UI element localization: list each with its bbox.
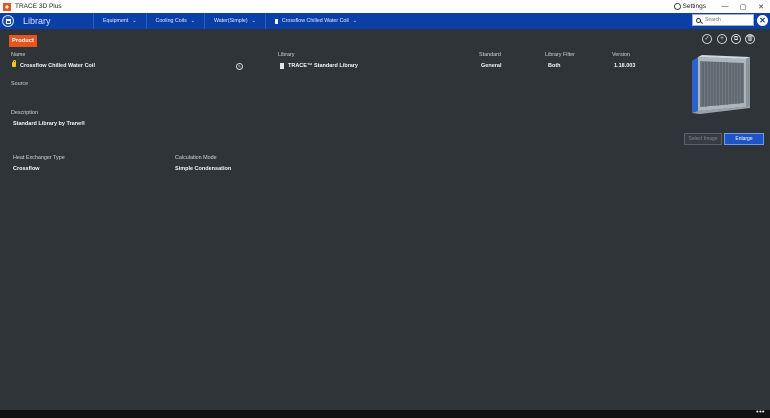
coil-product-image bbox=[692, 55, 750, 114]
nav-bar: Library Equipment ⌄ Cooling Coils ⌄ Water(… bbox=[0, 13, 770, 29]
check-icon: ✓ bbox=[704, 36, 710, 42]
description-value: Standard Library by Trane® bbox=[13, 121, 86, 127]
description-label: Description bbox=[11, 110, 38, 116]
copy-icon: ⧉ bbox=[733, 36, 739, 42]
close-library-button[interactable]: ✕ bbox=[757, 15, 768, 26]
chevron-down-icon: ⌄ bbox=[352, 18, 357, 24]
gear-icon bbox=[673, 3, 681, 10]
library-filter-value: Both bbox=[548, 63, 561, 69]
library-book-icon bbox=[280, 63, 284, 69]
chevron-down-icon: ⌄ bbox=[190, 18, 195, 24]
enlarge-button[interactable]: Enlarge bbox=[724, 133, 764, 145]
heat-exchanger-type-label: Heat Exchanger Type bbox=[13, 155, 65, 161]
version-value: 1.18.003 bbox=[614, 63, 636, 69]
status-bar: ••• bbox=[0, 409, 770, 418]
calculation-mode-label: Calculation Mode bbox=[175, 155, 217, 161]
version-label: Version bbox=[612, 52, 630, 58]
product-tag: Product bbox=[9, 35, 37, 47]
library-label: Library bbox=[278, 52, 295, 58]
title-bar: TRACE 3D Plus Settings — ▢ ✕ bbox=[0, 0, 770, 13]
check-button[interactable]: ✓ bbox=[702, 34, 712, 44]
page-title: Library bbox=[23, 16, 51, 26]
document-icon bbox=[274, 18, 278, 24]
standard-value: General bbox=[481, 63, 502, 69]
search-icon bbox=[696, 17, 701, 23]
search-box[interactable] bbox=[692, 14, 754, 26]
delete-icon: 🗑 bbox=[746, 36, 754, 42]
home-icon bbox=[5, 18, 11, 24]
app-title: TRACE 3D Plus bbox=[15, 3, 62, 10]
breadcrumb-label: Crossflow Chilled Water Coil bbox=[281, 18, 349, 24]
minimize-button[interactable]: — bbox=[716, 3, 734, 10]
calculation-mode-value: Simple Condensation bbox=[175, 166, 232, 172]
add-button[interactable]: + bbox=[717, 34, 727, 44]
search-input[interactable] bbox=[705, 17, 753, 23]
more-options-icon[interactable]: ••• bbox=[756, 409, 765, 416]
chevron-down-icon: ⌄ bbox=[251, 18, 256, 24]
library-value: TRACE™ Standard Library bbox=[288, 63, 358, 69]
source-label: Source bbox=[11, 81, 29, 87]
chevron-down-icon: ⌄ bbox=[132, 18, 137, 24]
home-button[interactable] bbox=[2, 15, 14, 27]
delete-button[interactable]: 🗑 bbox=[745, 34, 755, 44]
name-value: Crossflow Chilled Water Coil bbox=[20, 63, 95, 69]
standard-label: Standard bbox=[479, 52, 501, 58]
trace-logo-icon bbox=[3, 2, 11, 11]
lock-icon bbox=[12, 60, 16, 67]
breadcrumb-crossflow-coil[interactable]: Crossflow Chilled Water Coil ⌄ bbox=[264, 13, 366, 29]
breadcrumb-cooling-coils[interactable]: Cooling Coils ⌄ bbox=[145, 13, 204, 29]
edit-icon[interactable]: ✎ bbox=[236, 63, 243, 70]
heat-exchanger-type-value: Crossflow bbox=[13, 166, 40, 172]
copy-button[interactable]: ⧉ bbox=[731, 34, 741, 44]
maximize-button[interactable]: ▢ bbox=[734, 3, 752, 11]
breadcrumb-label: Water(Simple) bbox=[213, 18, 248, 24]
breadcrumb-label: Equipment bbox=[103, 18, 129, 24]
settings-label: Settings bbox=[682, 3, 707, 10]
close-window-button[interactable]: ✕ bbox=[752, 3, 770, 11]
name-label: Name bbox=[11, 52, 26, 58]
settings-button[interactable]: Settings bbox=[673, 3, 707, 10]
select-image-button[interactable]: Select Image bbox=[684, 133, 722, 145]
breadcrumb-label: Cooling Coils bbox=[155, 18, 187, 24]
breadcrumb-water-simple[interactable]: Water(Simple) ⌄ bbox=[203, 13, 265, 29]
breadcrumb-equipment[interactable]: Equipment ⌄ bbox=[93, 13, 146, 29]
library-filter-label: Library Filter bbox=[545, 52, 575, 58]
add-icon: + bbox=[720, 36, 724, 42]
